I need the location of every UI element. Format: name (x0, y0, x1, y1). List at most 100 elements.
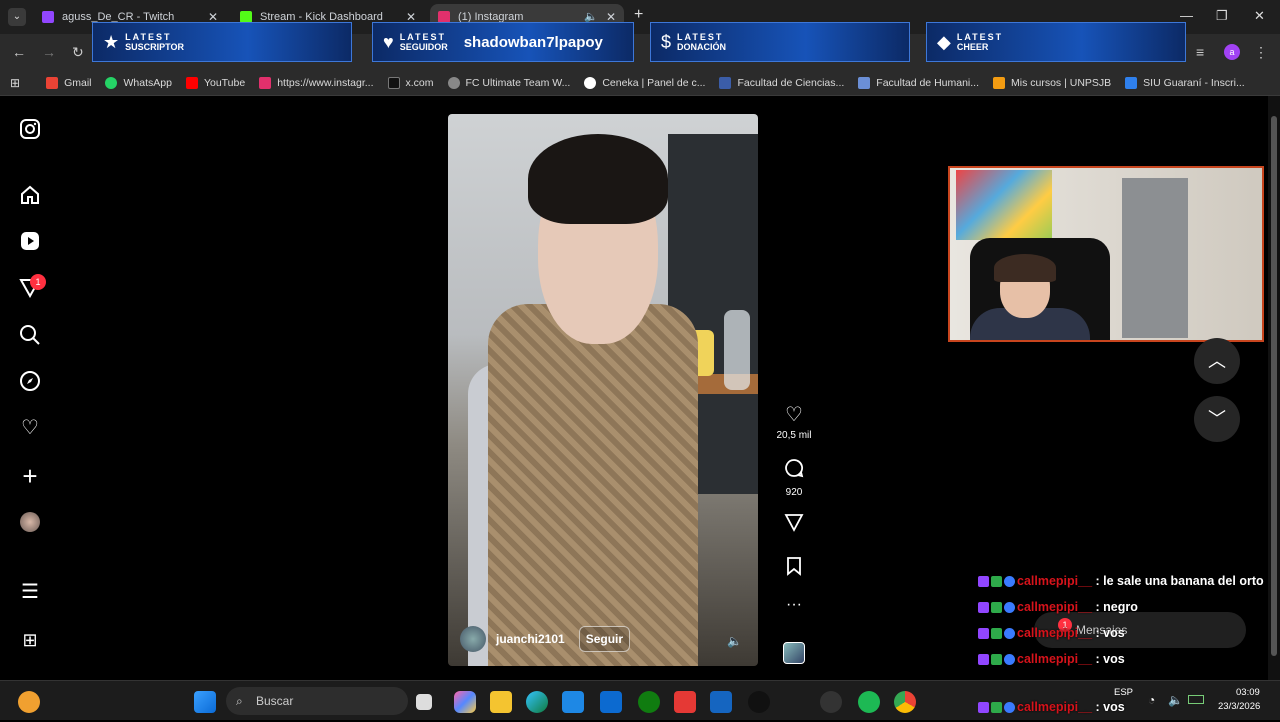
bookmark-facultad-humanidades[interactable]: Facultad de Humani... (858, 76, 979, 89)
overlay-label: SUSCRIPTOR (125, 42, 184, 52)
weather-widget-icon[interactable] (18, 691, 40, 713)
menu-icon[interactable]: ⋮ (1254, 44, 1268, 61)
comment-button[interactable]: 920 (770, 458, 818, 498)
create-plus-icon[interactable]: + (18, 463, 42, 489)
outlook-icon[interactable] (710, 691, 732, 713)
more-options-button[interactable]: ··· (770, 596, 818, 614)
follow-button[interactable]: Seguir (578, 626, 631, 652)
bookmark-whatsapp[interactable]: WhatsApp (105, 76, 172, 89)
reel-person (468, 134, 708, 666)
badge-icon (991, 702, 1002, 714)
bookmark-mis-cursos[interactable]: Mis cursos | UNPSJB (993, 76, 1112, 89)
instagram-page: 1 ♡ + ☰ ⊞ juanchi2101 Seguir 🔈 ♡ 20,5 mi… (0, 96, 1268, 680)
page-scrollbar[interactable] (1268, 96, 1280, 680)
windows-start-icon[interactable] (194, 691, 216, 713)
reload-icon[interactable]: ↻ (72, 44, 84, 61)
close-button[interactable]: ✕ (1254, 8, 1265, 24)
bookmark-youtube[interactable]: YouTube (185, 76, 245, 89)
spotify-icon[interactable] (858, 691, 880, 713)
save-button[interactable] (770, 556, 818, 581)
stream-chat-last: callmepipi__ : vos (978, 696, 1264, 722)
bookmark-label: Mis cursos | UNPSJB (1011, 76, 1112, 89)
wps-office-icon[interactable] (674, 691, 696, 713)
bookmark-x[interactable]: x.com (387, 76, 434, 89)
globe-icon (447, 76, 460, 89)
task-view-icon[interactable] (416, 694, 432, 710)
reel-video[interactable]: juanchi2101 Seguir 🔈 (448, 114, 758, 666)
profile-avatar[interactable] (18, 510, 42, 534)
profile-avatar[interactable]: a (1224, 44, 1240, 60)
bookmark-fc-ultimate[interactable]: FC Ultimate Team W... (447, 76, 571, 89)
overlay-latest-cheer: ◆ LATEST CHEER (926, 22, 1186, 62)
media-controls-icon[interactable]: ≡ (1196, 44, 1204, 60)
vscode-icon[interactable] (600, 691, 622, 713)
reel-person-vest (488, 304, 698, 666)
bookmark-label: FC Ultimate Team W... (465, 76, 571, 89)
youtube-icon (185, 76, 198, 89)
overlay-label-top: LATEST (677, 32, 724, 42)
like-button[interactable]: ♡ 20,5 mil (770, 404, 818, 441)
author-avatar[interactable] (460, 626, 486, 652)
bookmark-label: Ceneka | Panel de c... (602, 76, 706, 89)
chat-message: callmepipi__ : vos (978, 648, 1264, 670)
ceneka-icon (584, 76, 597, 89)
previous-reel-button[interactable]: ︿ (1194, 338, 1240, 384)
badge-icon (978, 628, 989, 640)
star-icon: ★ (103, 31, 120, 52)
threads-apps-icon[interactable]: ⊞ (18, 628, 42, 652)
bookmark-label: Facultad de Ciencias... (737, 76, 845, 89)
search-icon: ⌕ (236, 694, 243, 708)
bookmark-facultad-ciencias[interactable]: Facultad de Ciencias... (719, 76, 845, 89)
file-explorer-icon[interactable] (490, 691, 512, 713)
heart-icon: ♥ (383, 31, 394, 52)
forward-icon[interactable]: → (42, 44, 56, 60)
verified-badge-icon (1004, 602, 1015, 614)
bookmark-gmail[interactable]: Gmail (46, 76, 92, 89)
overlay-latest-donation: $ LATEST DONACIÓN (650, 22, 910, 62)
reels-icon[interactable] (18, 230, 42, 254)
chat-message: callmepipi__ : le sale una banana del or… (978, 570, 1264, 592)
search-icon[interactable] (18, 324, 42, 348)
home-icon[interactable] (18, 184, 42, 208)
author-username[interactable]: juanchi2101 (496, 632, 565, 646)
taskbar-search[interactable]: ⌕ Buscar (226, 687, 408, 715)
comment-icon (770, 458, 818, 483)
chrome-icon[interactable] (894, 691, 916, 713)
copilot-icon[interactable] (454, 691, 476, 713)
more-menu-icon[interactable]: ☰ (18, 580, 42, 604)
badge-icon (978, 602, 989, 614)
instagram-icon (259, 76, 272, 89)
bookmark-label: WhatsApp (123, 76, 172, 89)
volume-icon[interactable]: 🔈 (727, 634, 742, 648)
chat-text: : le sale una banana del orto (1092, 574, 1264, 588)
instagram-logo-icon[interactable] (18, 118, 42, 142)
tab-search-button[interactable]: ⌄ (8, 8, 26, 26)
tiktok-icon[interactable] (748, 691, 770, 713)
bookmark-ceneka[interactable]: Ceneka | Panel de c... (584, 76, 706, 89)
maximize-button[interactable]: ❐ (1216, 8, 1228, 24)
bookmark-label: Gmail (64, 76, 92, 89)
microsoft-store-icon[interactable] (562, 691, 584, 713)
bookmark-instagram[interactable]: https://www.instagr... (259, 76, 374, 89)
back-icon[interactable]: ← (12, 44, 26, 60)
overlay-label-top: LATEST (125, 32, 172, 42)
chat-text: : vos (1092, 626, 1125, 640)
new-tab-button[interactable]: + (634, 6, 643, 24)
scrollbar-thumb[interactable] (1271, 116, 1277, 656)
minimize-button[interactable]: — (1180, 8, 1193, 23)
share-button[interactable] (770, 512, 818, 537)
edge-icon[interactable] (526, 691, 548, 713)
badge-icon (991, 602, 1002, 614)
notification-badge: 1 (30, 274, 46, 290)
explore-icon[interactable] (18, 370, 42, 394)
verified-badge-icon (1004, 628, 1015, 640)
apps-grid-icon[interactable]: ⊞ (10, 76, 20, 90)
reel-person-hair (528, 134, 668, 224)
heart-icon[interactable]: ♡ (18, 416, 42, 440)
next-reel-button[interactable]: ﹀ (1194, 396, 1240, 442)
bookmark-siu-guarani[interactable]: SIU Guaraní - Inscri... (1125, 76, 1245, 89)
audio-thumbnail[interactable] (783, 642, 805, 664)
xbox-icon[interactable] (638, 691, 660, 713)
chat-text: : vos (1092, 700, 1125, 714)
obs-icon[interactable] (820, 691, 842, 713)
